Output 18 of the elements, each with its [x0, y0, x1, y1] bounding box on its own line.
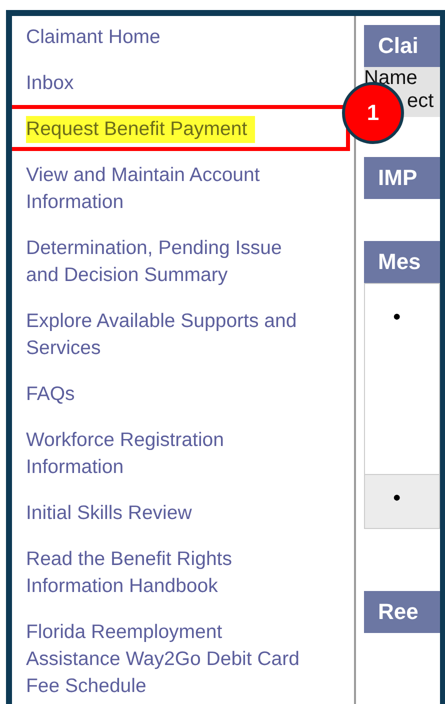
sidebar-link[interactable]: View and Maintain Account Information	[26, 162, 318, 216]
sidebar-link[interactable]: Inbox	[26, 70, 318, 97]
sidebar-link[interactable]: Determination, Pending Issue and Decision Summary	[26, 235, 318, 289]
sidebar-link[interactable]: Initial Skills Review	[26, 500, 318, 527]
sidebar-link[interactable]: Explore Available Supports and Services	[26, 308, 318, 362]
bullet: •	[393, 304, 401, 329]
sidebar-link[interactable]: Florida Reemployment Assistance Way2Go Debit Card Fee Schedule	[26, 619, 318, 700]
info-text: ect	[407, 90, 434, 113]
panel-header: Mes	[364, 241, 440, 283]
sidebar-link[interactable]: Request Benefit Payment	[26, 116, 256, 143]
panel-header: Ree	[364, 591, 440, 633]
sidebar-link[interactable]: Claimant Home	[26, 24, 318, 51]
panel-header: IMP	[364, 157, 440, 199]
sidebar-link[interactable]: FAQs	[26, 381, 318, 408]
sidebar-link[interactable]: Read the Benefit Rights Information Handbook	[26, 546, 318, 600]
sidebar-link[interactable]: Workforce Registration Information	[26, 427, 318, 481]
bullet: •	[393, 485, 401, 510]
panel-header: Clai	[364, 25, 440, 67]
